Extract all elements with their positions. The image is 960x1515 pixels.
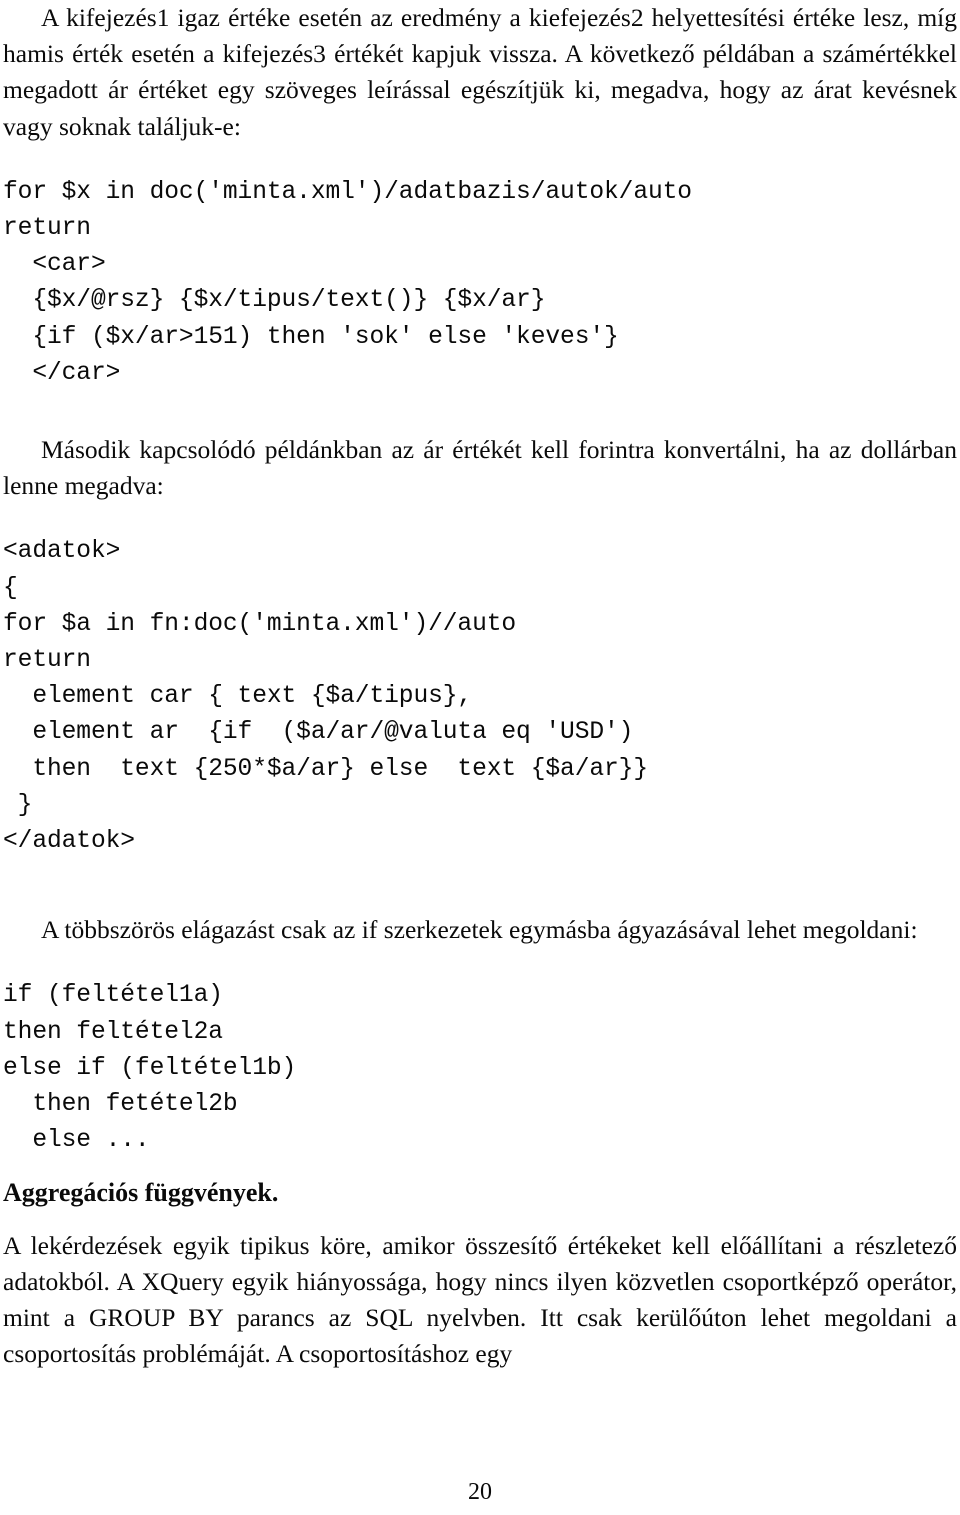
paragraph-aggregation-intro: A lekérdezések egyik tipikus köre, amiko… — [3, 1230, 957, 1369]
spacer-after-heading — [3, 1212, 957, 1228]
code-block-xquery-adatok-conversion: <adatok> { for $a in fn:doc('minta.xml')… — [3, 538, 648, 856]
paragraph-currency-conversion: Második kapcsolódó példánkban az ár érté… — [3, 435, 957, 501]
section-heading-aggregate-functions: Aggregációs függvények. — [3, 1178, 279, 1208]
spacer-before-code-1 — [3, 145, 957, 175]
code-block-xquery-flwor-car: for $x in doc('minta.xml')/adatbazis/aut… — [3, 178, 692, 387]
spacer-after-code-1 — [3, 392, 957, 432]
document-page: A kifejezés1 igaz értéke esetén az eredm… — [0, 0, 960, 1515]
page-number-folio: 20 — [468, 1479, 492, 1505]
spacer-before-code-2 — [3, 504, 957, 534]
paragraph-conditional-expression: A kifejezés1 igaz értéke esetén az eredm… — [3, 3, 957, 141]
code-block-nested-if-structure: if (feltétel1a) then feltétel2a else if … — [3, 982, 297, 1155]
spacer-before-heading — [3, 1159, 957, 1175]
paragraph-nested-if: A többszörös elágazást csak az if szerke… — [41, 915, 918, 945]
spacer-before-code-3 — [3, 948, 957, 978]
page-content-column: A kifejezés1 igaz értéke esetén az eredm… — [3, 0, 957, 1373]
spacer-after-code-2 — [3, 860, 957, 912]
